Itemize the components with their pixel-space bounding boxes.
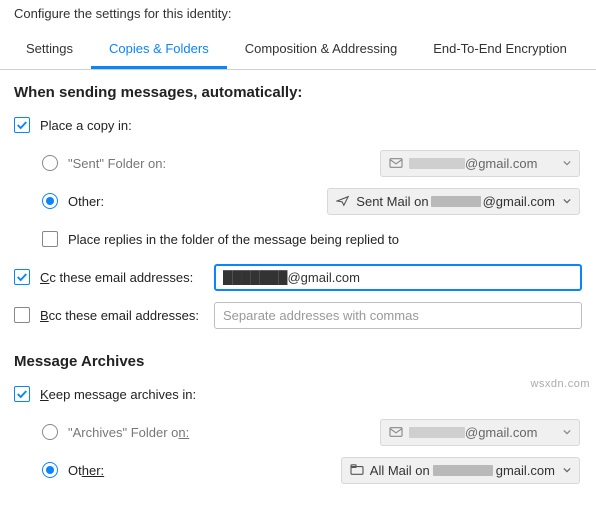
archives-acct-suffix: @gmail.com	[465, 425, 537, 440]
bcc-input[interactable]	[214, 302, 582, 329]
place-copy-label: Place a copy in:	[40, 118, 132, 133]
allmail-suffix: gmail.com	[496, 463, 555, 478]
sent-mail-prefix: Sent Mail on	[356, 194, 428, 209]
cc-checkbox[interactable]	[14, 269, 30, 285]
folder-icon	[350, 464, 364, 476]
other-copy-label: Other:	[68, 194, 104, 209]
tab-composition[interactable]: Composition & Addressing	[227, 31, 415, 69]
tab-copies-folders[interactable]: Copies & Folders	[91, 31, 227, 69]
chevron-down-icon	[563, 159, 571, 167]
check-icon	[16, 271, 28, 283]
chevron-down-icon	[563, 466, 571, 474]
cc-input[interactable]	[214, 264, 582, 291]
chevron-down-icon	[563, 197, 571, 205]
bcc-label: Bcc these email addresses:	[40, 308, 199, 323]
page-subtitle: Configure the settings for this identity…	[0, 0, 596, 31]
sent-account-suffix: @gmail.com	[465, 156, 537, 171]
place-copy-checkbox[interactable]	[14, 117, 30, 133]
check-icon	[16, 388, 28, 400]
sent-mail-suffix: @gmail.com	[483, 194, 555, 209]
sent-folder-label: "Sent" Folder on:	[68, 156, 166, 171]
tab-settings[interactable]: Settings	[8, 31, 91, 69]
tab-bar: Settings Copies & Folders Composition & …	[0, 31, 596, 70]
sent-icon	[336, 195, 350, 207]
mail-icon	[389, 157, 403, 169]
cc-label: Cc these email addresses:	[40, 270, 193, 285]
archives-account-dropdown[interactable]: @gmail.com	[380, 419, 580, 446]
keep-archives-checkbox[interactable]	[14, 386, 30, 402]
other-copy-folder-dropdown[interactable]: Sent Mail on @gmail.com	[327, 188, 580, 215]
archives-folder-radio[interactable]	[42, 424, 58, 440]
watermark: wsxdn.com	[530, 378, 590, 390]
other-archives-label: Other:	[68, 463, 104, 478]
archives-section: Message Archives Keep message archives i…	[0, 339, 596, 484]
archives-folder-label: "Archives" Folder on:	[68, 425, 189, 440]
sent-folder-radio[interactable]	[42, 155, 58, 171]
sending-section: When sending messages, automatically: Pl…	[0, 70, 596, 329]
sending-title: When sending messages, automatically:	[14, 84, 582, 101]
place-replies-checkbox[interactable]	[42, 231, 58, 247]
sent-folder-account-dropdown[interactable]: @gmail.com	[380, 150, 580, 177]
check-icon	[16, 119, 28, 131]
archives-title: Message Archives	[14, 353, 582, 370]
other-archives-folder-dropdown[interactable]: All Mail on gmail.com	[341, 457, 580, 484]
bcc-checkbox[interactable]	[14, 307, 30, 323]
allmail-prefix: All Mail on	[370, 463, 430, 478]
chevron-down-icon	[563, 428, 571, 436]
keep-archives-label: Keep message archives in:	[40, 387, 196, 402]
other-copy-radio[interactable]	[42, 193, 58, 209]
mail-icon	[389, 426, 403, 438]
tab-encryption[interactable]: End-To-End Encryption	[415, 31, 585, 69]
place-replies-label: Place replies in the folder of the messa…	[68, 232, 399, 247]
other-archives-radio[interactable]	[42, 462, 58, 478]
